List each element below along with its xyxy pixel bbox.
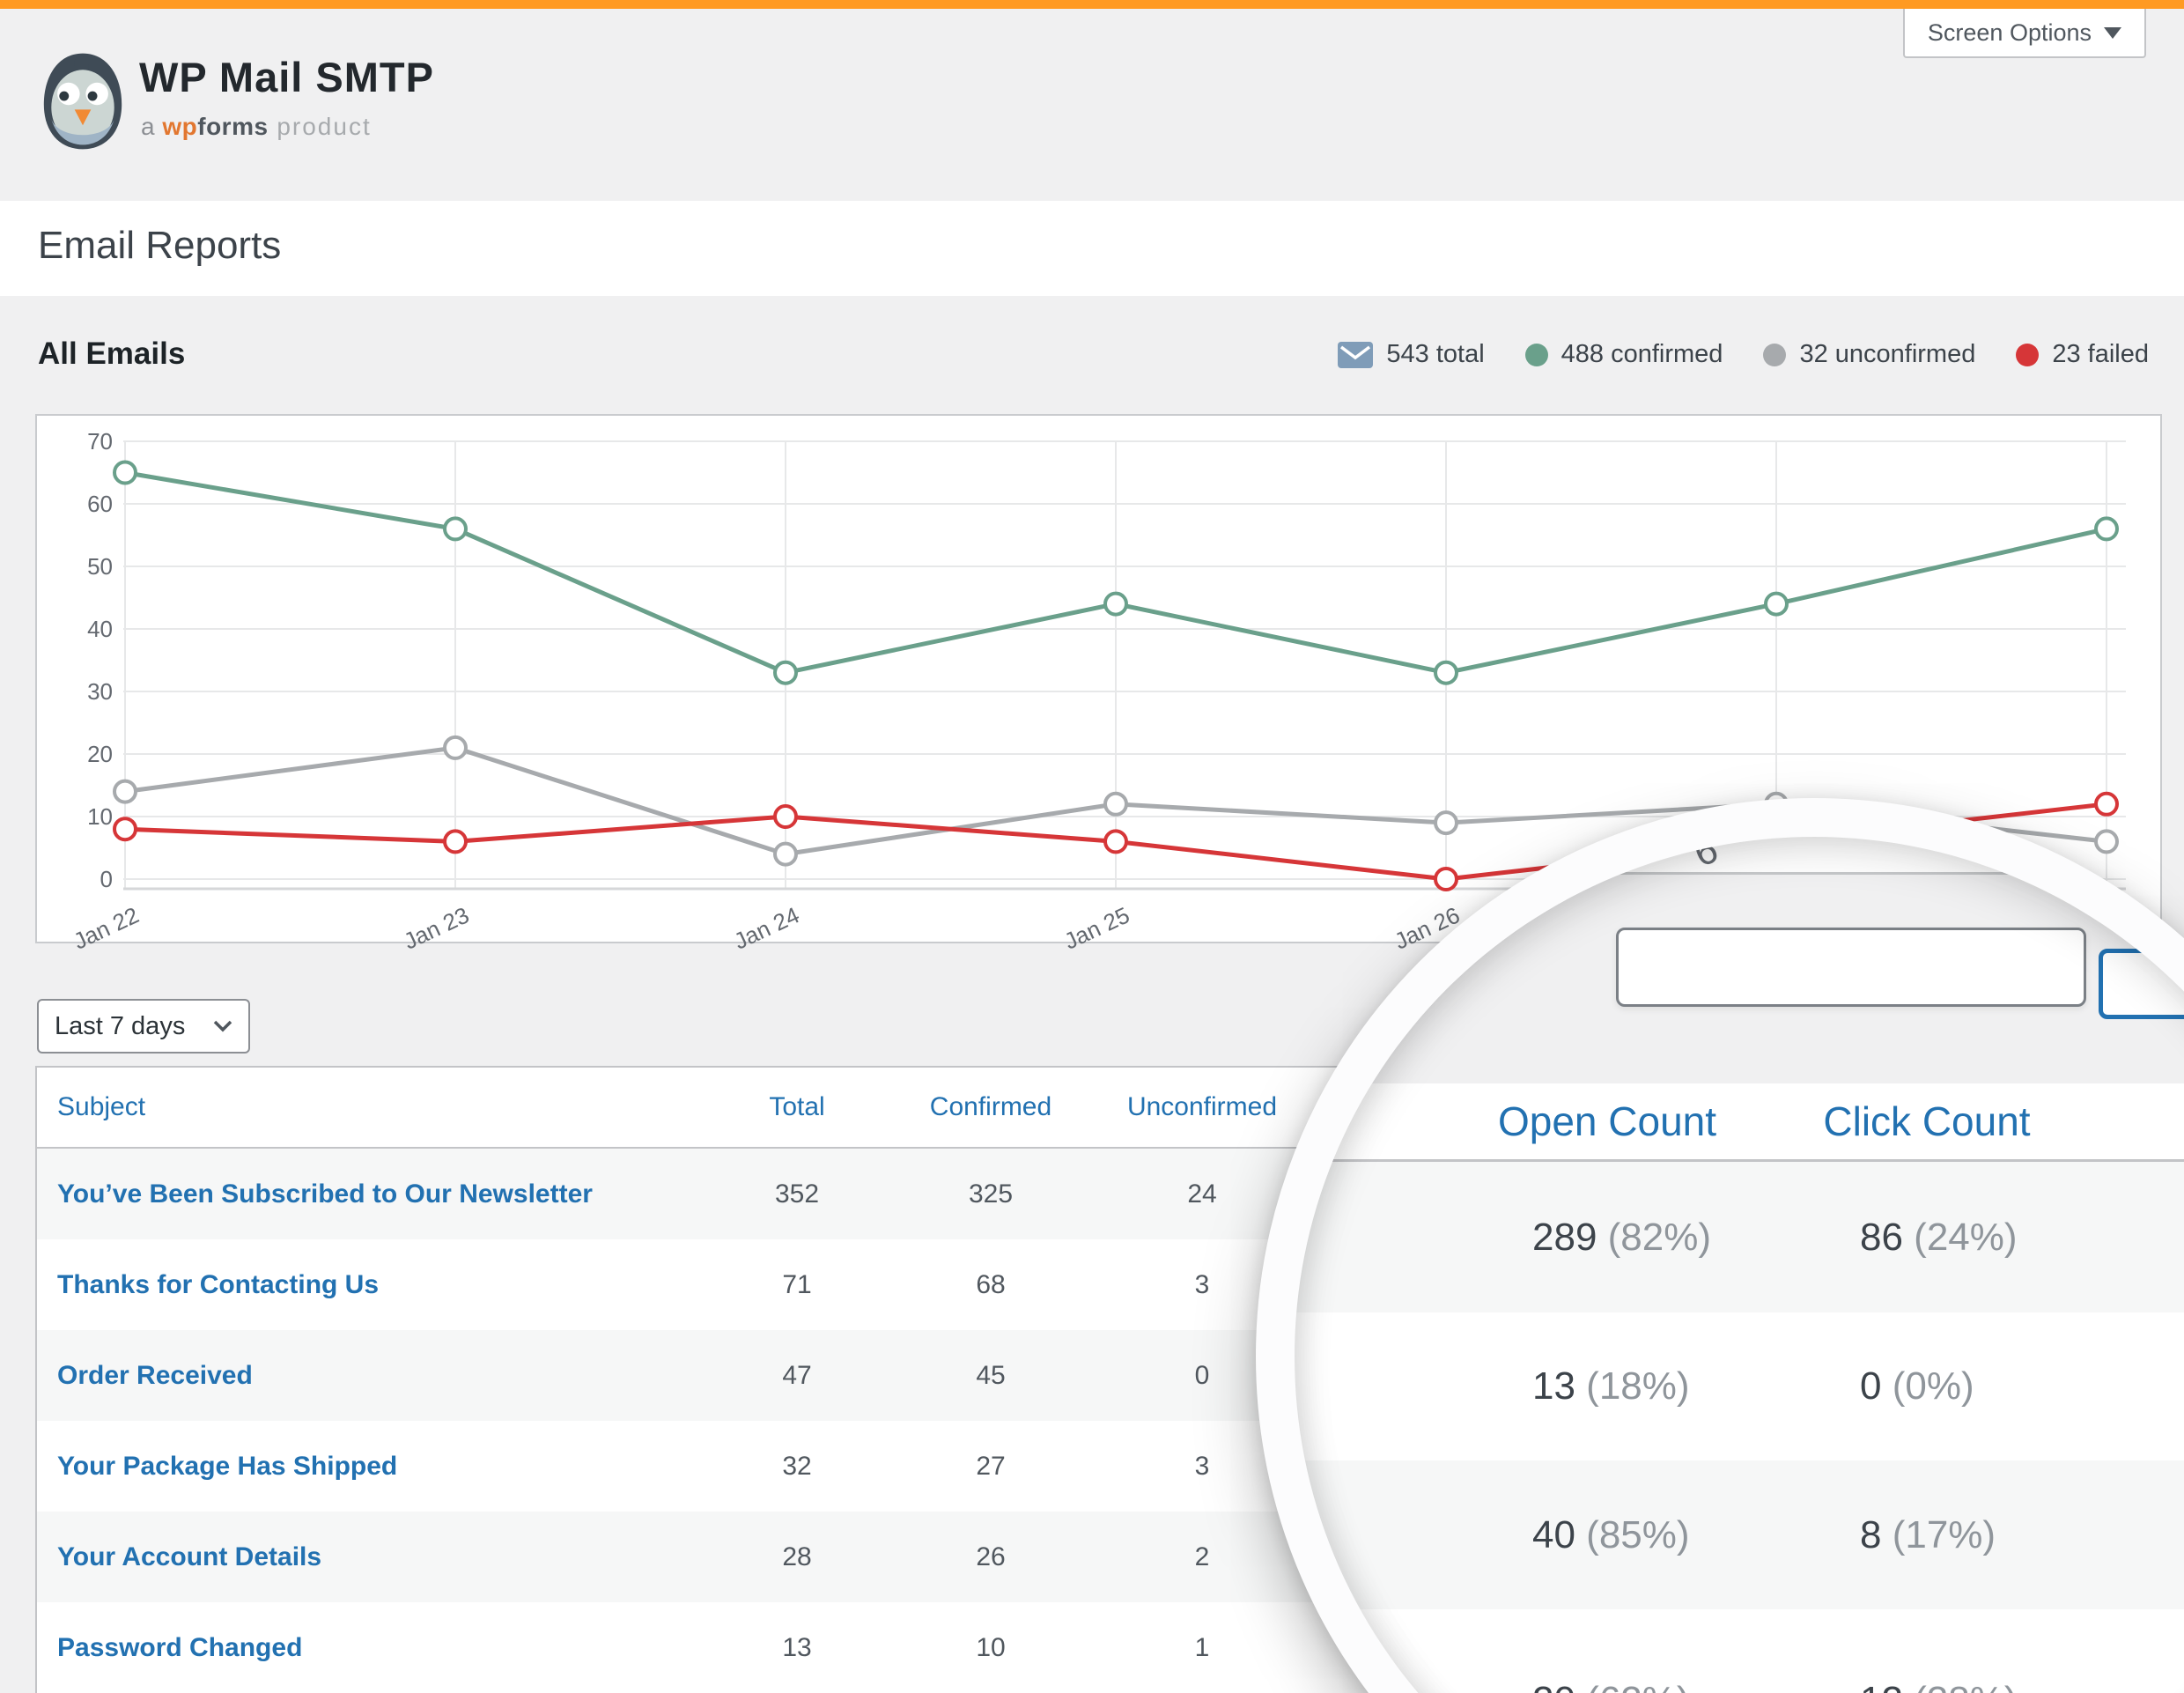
screen-options-button[interactable]: Screen Options <box>1903 9 2146 58</box>
tagline-a: a <box>141 113 162 140</box>
click-count-value: 86 (24%) <box>1860 1216 2018 1260</box>
click-count-value: 8 (17%) <box>1860 1513 1996 1557</box>
y-axis-tick-label: 20 <box>60 741 113 767</box>
legend-label: 32 unconfirmed <box>1799 340 1975 369</box>
page-title: Email Reports <box>38 224 281 268</box>
section-title: All Emails <box>38 336 185 372</box>
tagline-wp: wp <box>162 113 197 140</box>
y-axis-tick-label: 60 <box>60 491 113 517</box>
subject-link[interactable]: Password Changed <box>57 1633 713 1663</box>
y-axis-tick-label: 0 <box>60 866 113 892</box>
tagline-product: product <box>269 113 372 140</box>
screen-options-label: Screen Options <box>1928 19 2092 47</box>
confirmed-value: 26 <box>881 1542 1101 1572</box>
open-count-value: 289 (82%) <box>1532 1216 1711 1260</box>
wp-mail-smtp-pigeon-logo-icon <box>38 49 128 153</box>
open-count-value: 13 (18%) <box>1532 1364 1690 1408</box>
chevron-down-icon <box>213 1020 232 1032</box>
y-axis-tick-label: 40 <box>60 616 113 642</box>
total-value: 28 <box>713 1542 881 1572</box>
period-select[interactable]: Last 7 days <box>37 999 250 1054</box>
chart-legend: 543 total 488 confirmed 32 unconfirmed 23 f… <box>1338 340 2149 369</box>
dot-icon <box>2016 344 2039 366</box>
legend-label: 23 failed <box>2052 340 2149 369</box>
lens-table-row: 13 (18%) 0 (0%) <box>1295 1312 2184 1460</box>
y-axis-tick-label: 50 <box>60 553 113 580</box>
lens-axis-label-fragment: 6 <box>1688 827 1724 876</box>
lens-table-row: 20 (62%) 12 (38%) <box>1295 1609 2184 1693</box>
column-header-open-count: Open Count <box>1498 1083 1716 1159</box>
magnifier-lens: 6 Open Count Click Count 289 (82%) 86 (24… <box>1256 798 2184 1693</box>
open-count-value: 20 (62%) <box>1532 1679 1690 1693</box>
confirmed-value: 10 <box>881 1633 1101 1663</box>
lens-table-row: 289 (82%) 86 (24%) <box>1295 1162 2184 1312</box>
page-title-band: Email Reports <box>0 201 2184 296</box>
confirmed-value: 27 <box>881 1452 1101 1482</box>
app-title: WP Mail SMTP <box>139 53 434 101</box>
subject-link[interactable]: Order Received <box>57 1361 713 1391</box>
accent-top-bar <box>0 0 2184 9</box>
column-header-confirmed[interactable]: Confirmed <box>881 1092 1101 1122</box>
lens-table-row: 40 (85%) 8 (17%) <box>1295 1460 2184 1609</box>
search-input-magnified <box>1616 928 2086 1007</box>
unconfirmed-value: 24 <box>1101 1179 1303 1209</box>
subject-link[interactable]: You’ve Been Subscribed to Our Newsletter <box>57 1179 713 1209</box>
total-value: 32 <box>713 1452 881 1482</box>
envelope-icon <box>1338 342 1373 368</box>
legend-item: 23 failed <box>2016 340 2149 369</box>
lens-chart-area: 6 <box>1295 837 2184 872</box>
email-reports-page: WP Mail SMTP a wpforms product Screen Op… <box>0 0 2184 1693</box>
column-header-subject[interactable]: Subject <box>57 1092 713 1122</box>
tagline-forms: forms <box>197 113 268 140</box>
subject-link[interactable]: Your Account Details <box>57 1542 713 1572</box>
legend-label: 543 total <box>1386 340 1484 369</box>
total-value: 71 <box>713 1270 881 1300</box>
total-value: 47 <box>713 1361 881 1391</box>
column-header-total[interactable]: Total <box>713 1092 881 1122</box>
legend-item: 32 unconfirmed <box>1763 340 1975 369</box>
subject-link[interactable]: Thanks for Contacting Us <box>57 1270 713 1300</box>
period-select-value: Last 7 days <box>55 1012 185 1041</box>
unconfirmed-value: 1 <box>1101 1633 1303 1663</box>
lens-table-area: Open Count Click Count 289 (82%) 86 (24%)… <box>1295 1083 2184 1693</box>
column-header-click-count: Click Count <box>1823 1083 2030 1159</box>
subject-link[interactable]: Your Package Has Shipped <box>57 1452 713 1482</box>
y-axis-tick-label: 10 <box>60 803 113 830</box>
total-value: 352 <box>713 1179 881 1209</box>
dot-icon <box>1763 344 1786 366</box>
confirmed-value: 45 <box>881 1361 1101 1391</box>
click-count-value: 12 (38%) <box>1860 1679 2018 1693</box>
unconfirmed-value: 2 <box>1101 1542 1303 1572</box>
chevron-down-icon <box>2104 27 2121 39</box>
confirmed-value: 68 <box>881 1270 1101 1300</box>
y-axis-tick-label: 70 <box>60 428 113 455</box>
open-count-value: 40 (85%) <box>1532 1513 1690 1557</box>
legend-item: 543 total <box>1338 340 1484 369</box>
click-count-value: 0 (0%) <box>1860 1364 1974 1408</box>
legend-item: 488 confirmed <box>1525 340 1723 369</box>
total-value: 13 <box>713 1633 881 1663</box>
y-axis-tick-label: 30 <box>60 678 113 705</box>
search-button-magnified <box>2099 949 2184 1019</box>
column-header-unconfirmed[interactable]: Unconfirmed <box>1101 1092 1303 1122</box>
brand-tagline: a wpforms product <box>141 113 372 141</box>
legend-label: 488 confirmed <box>1561 340 1723 369</box>
dot-icon <box>1525 344 1548 366</box>
confirmed-value: 325 <box>881 1179 1101 1209</box>
